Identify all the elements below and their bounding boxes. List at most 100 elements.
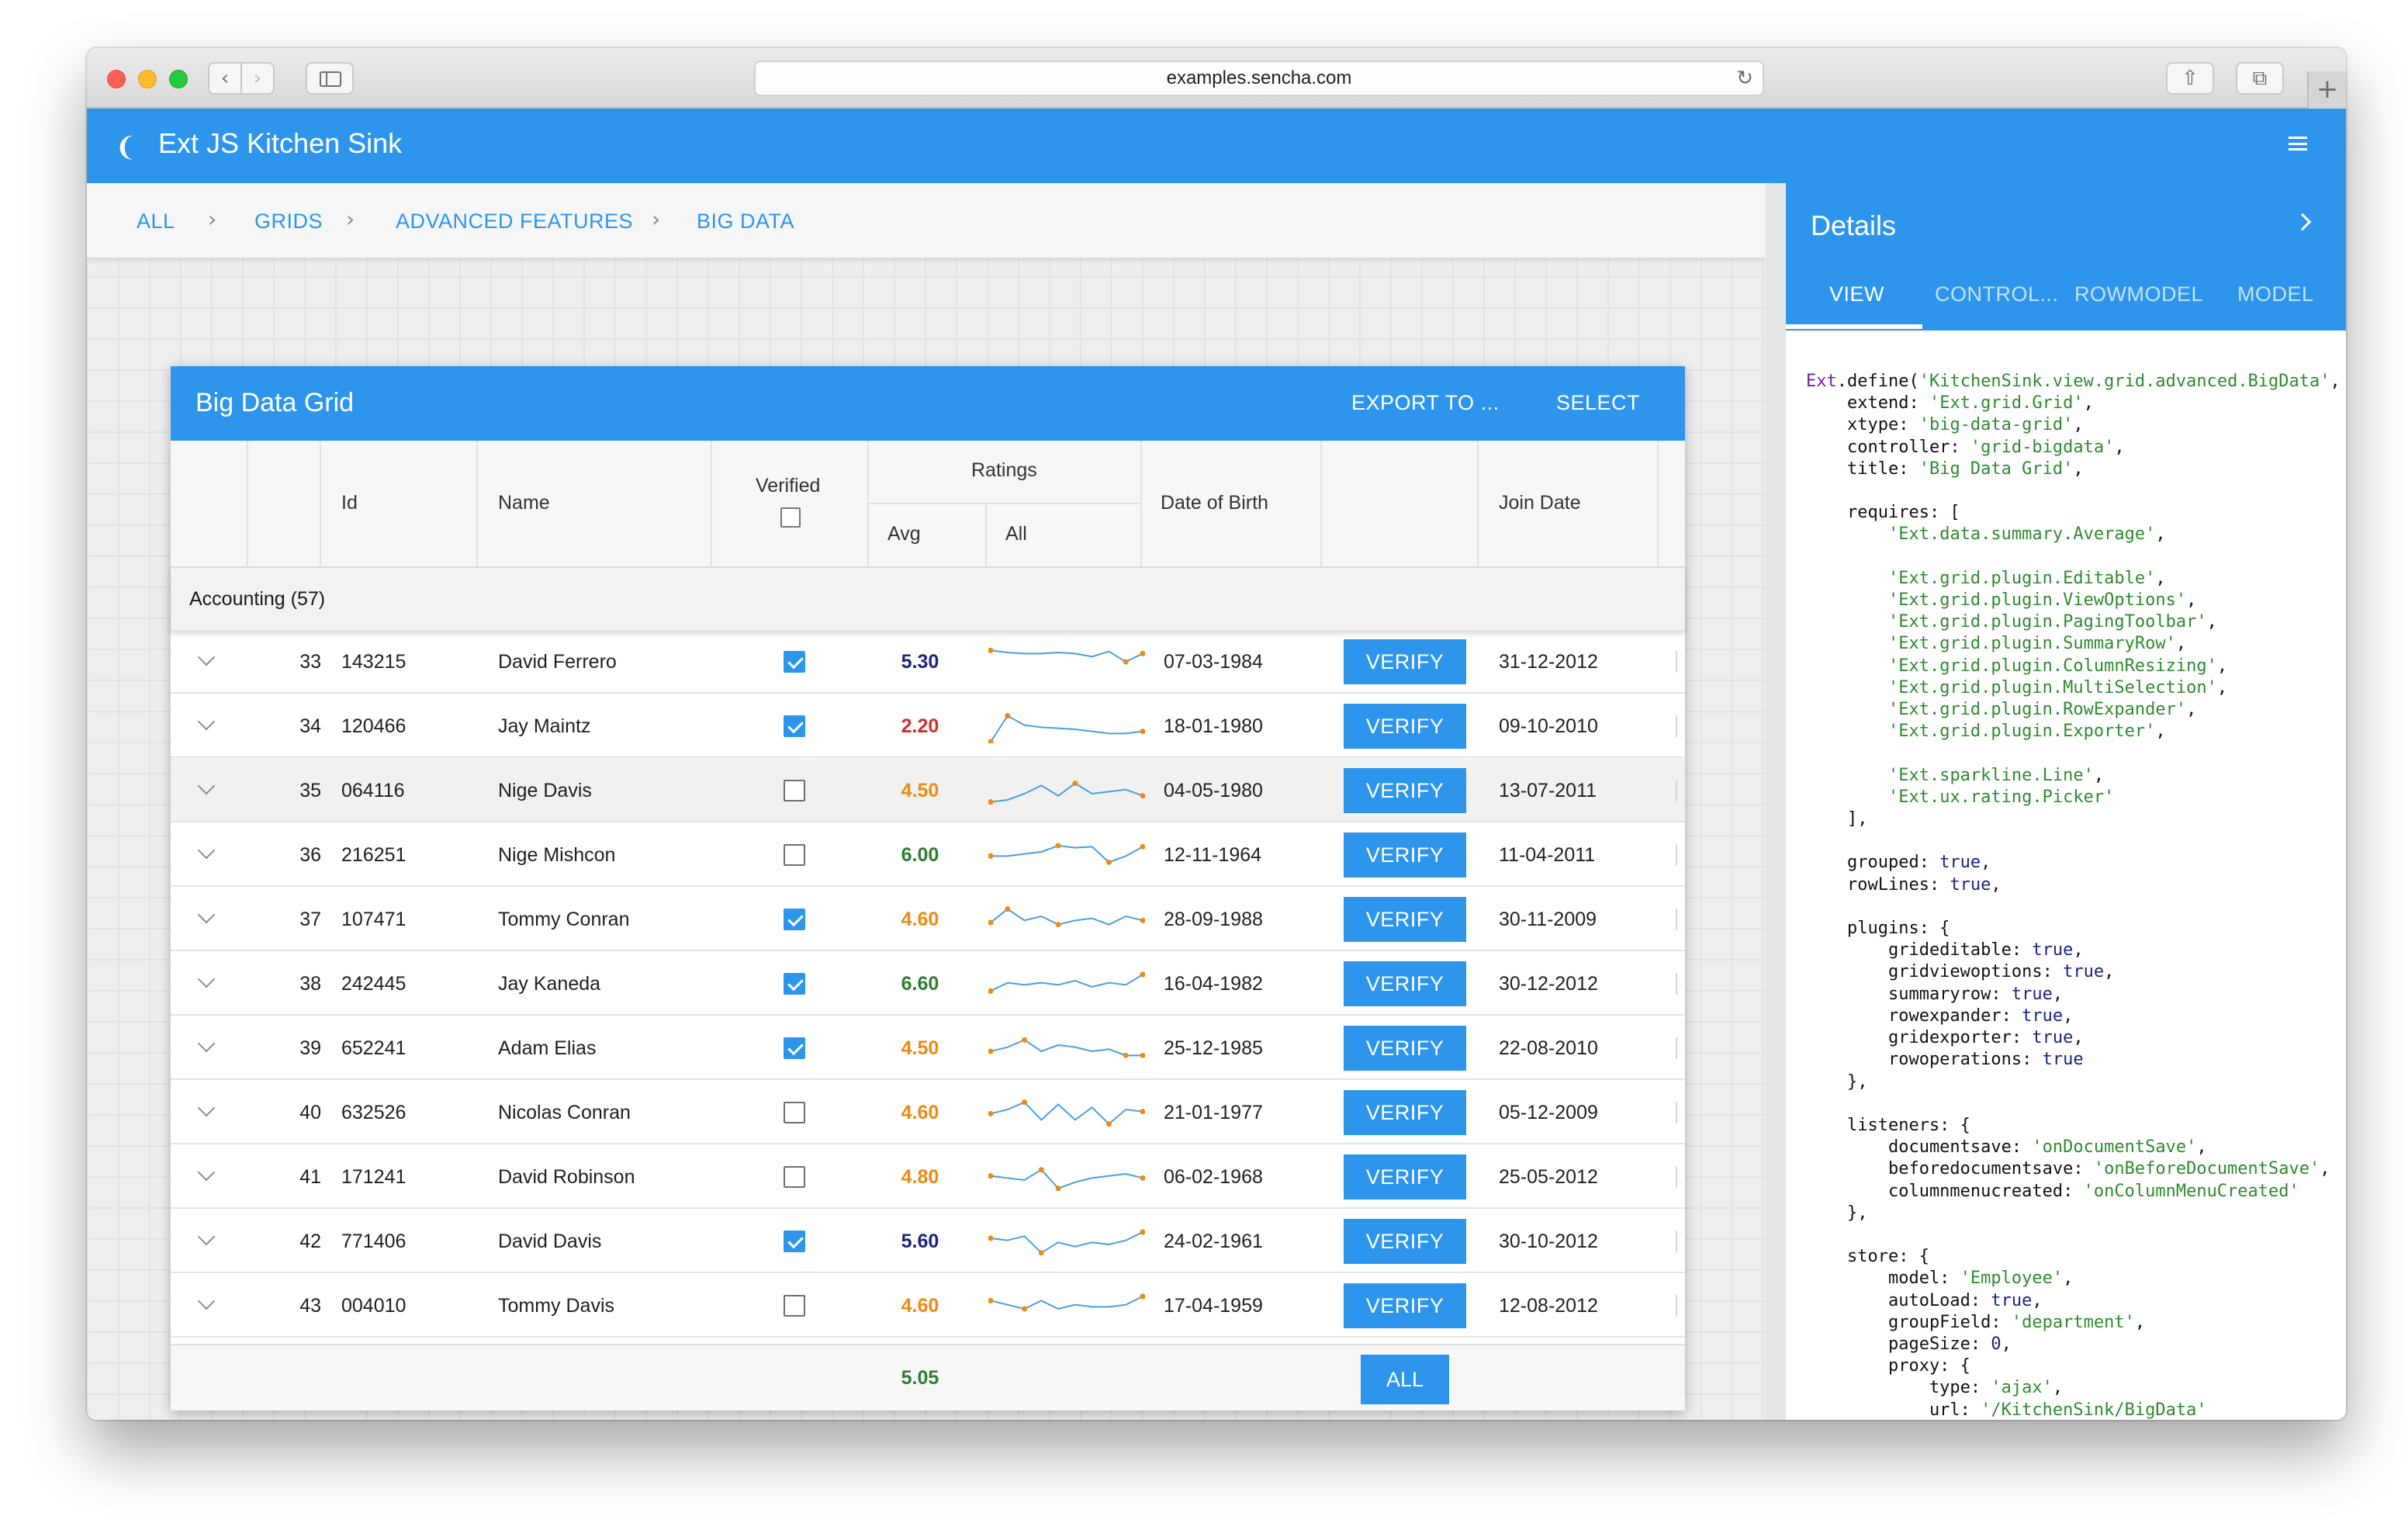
table-row[interactable]: 36 216251 Nige Mishcon 6.00 12-11-1964 VERIFY… xyxy=(171,823,1685,887)
select-button[interactable]: SELECT xyxy=(1556,391,1640,415)
export-button[interactable]: EXPORT TO ... xyxy=(1351,391,1500,415)
table-row[interactable]: 42 771406 David Davis 5.60 24-02-1961 VERIFY 3… xyxy=(171,1210,1685,1273)
join-date-column-header[interactable]: Join Date xyxy=(1479,441,1659,568)
verify-button[interactable]: VERIFY xyxy=(1344,961,1466,1006)
minimize-window-button[interactable] xyxy=(138,70,157,88)
employee-id: 143215 xyxy=(341,651,407,673)
row-expander-icon[interactable] xyxy=(197,1099,216,1117)
table-row[interactable]: 40 632526 Nicolas Conran 4.60 21-01-1977 VERI… xyxy=(171,1081,1685,1144)
table-row[interactable]: 34 120466 Jay Maintz 2.20 18-01-1980 VERIFY 09… xyxy=(171,694,1685,758)
row-expander-icon[interactable] xyxy=(197,970,216,988)
row-expander-icon[interactable] xyxy=(197,1163,216,1182)
join-date: 12-08-2012 xyxy=(1499,1295,1598,1317)
verified-column-header[interactable]: Verified xyxy=(712,441,869,568)
row-expander-icon[interactable] xyxy=(197,648,216,666)
avg-rating: 5.30 xyxy=(901,651,939,673)
verify-button[interactable]: VERIFY xyxy=(1344,639,1466,684)
sparkline-point xyxy=(988,988,994,994)
row-expander-icon[interactable] xyxy=(197,777,216,795)
code-token: listeners: { xyxy=(1806,1115,1970,1135)
tab-view[interactable]: VIEW xyxy=(1829,282,1884,306)
verified-checkbox[interactable] xyxy=(784,780,805,801)
row-expander-icon[interactable] xyxy=(197,841,216,860)
verify-button[interactable]: VERIFY xyxy=(1344,1154,1466,1199)
share-button[interactable]: ⇧ xyxy=(2166,62,2214,95)
verify-all-checkbox[interactable] xyxy=(780,507,801,528)
tab-controller[interactable]: CONTROL... xyxy=(1935,282,2059,306)
address-bar[interactable]: examples.sencha.com ↻ xyxy=(754,61,1764,96)
verify-button[interactable]: VERIFY xyxy=(1344,1283,1466,1328)
verified-checkbox[interactable] xyxy=(784,973,805,995)
browser-window: ‹ › examples.sencha.com ↻ ⇧ ⧉ + ❨ Ext JS… xyxy=(87,48,2346,1420)
show-tabs-button[interactable]: ⧉ xyxy=(2236,62,2284,95)
verified-checkbox[interactable] xyxy=(784,1295,805,1317)
all-ratings-column-label[interactable]: All xyxy=(1005,523,1027,545)
verify-button[interactable]: VERIFY xyxy=(1344,832,1466,878)
verify-button[interactable]: VERIFY xyxy=(1344,1219,1466,1264)
table-row[interactable]: 37 107471 Tommy Conran 4.60 28-09-1988 VERIFY… xyxy=(171,888,1685,951)
dob-column-label: Date of Birth xyxy=(1161,492,1268,514)
tab-model[interactable]: MODEL xyxy=(2237,282,2314,306)
verified-checkbox[interactable] xyxy=(784,651,805,673)
code-line: columnmenucreated: 'onColumnMenuCreated' xyxy=(1806,1181,2346,1203)
table-row[interactable]: 43 004010 Tommy Davis 4.60 17-04-1959 VERIFY 1… xyxy=(171,1274,1685,1338)
dob-column-header[interactable]: Date of Birth xyxy=(1142,441,1322,568)
breadcrumb-advanced-features[interactable]: ADVANCED FEATURES xyxy=(396,209,633,234)
chevron-right-icon: › xyxy=(346,206,355,232)
code-line: controller: 'grid-bigdata', xyxy=(1806,437,2346,459)
verified-checkbox[interactable] xyxy=(784,1231,805,1252)
row-expander-icon[interactable] xyxy=(197,1034,216,1053)
verified-checkbox[interactable] xyxy=(784,1037,805,1059)
code-line: 'Ext.grid.plugin.RowExpander', xyxy=(1806,699,2346,721)
verified-checkbox[interactable] xyxy=(784,1102,805,1123)
verified-checkbox[interactable] xyxy=(784,844,805,866)
sparkline-point xyxy=(1005,713,1011,719)
row-expander-icon[interactable] xyxy=(197,905,216,924)
breadcrumb-grids[interactable]: GRIDS xyxy=(254,209,323,234)
code-token: , xyxy=(2114,437,2125,457)
code-token: 'department' xyxy=(2011,1312,2135,1332)
verified-checkbox[interactable] xyxy=(784,909,805,930)
verify-button[interactable]: VERIFY xyxy=(1344,1026,1466,1071)
date-of-birth: 21-01-1977 xyxy=(1164,1102,1263,1123)
collapse-details-icon[interactable] xyxy=(2293,213,2312,231)
table-row[interactable]: 38 242445 Jay Kaneda 6.60 16-04-1982 VERIFY 30… xyxy=(171,952,1685,1016)
group-header-accounting[interactable]: Accounting (57) xyxy=(171,568,1685,632)
verify-all-button[interactable]: ALL xyxy=(1361,1355,1449,1404)
row-expander-icon[interactable] xyxy=(197,1292,216,1310)
tab-rowmodel[interactable]: ROWMODEL xyxy=(2074,282,2203,306)
code-token: , xyxy=(2155,568,2166,588)
forward-button[interactable]: › xyxy=(240,62,275,95)
table-row[interactable]: 41 171241 David Robinson 4.80 06-02-1968 VERI… xyxy=(171,1145,1685,1209)
id-column-header[interactable]: Id xyxy=(321,441,478,568)
new-tab-button[interactable]: + xyxy=(2307,71,2346,109)
close-window-button[interactable] xyxy=(107,70,126,88)
avg-column-label[interactable]: Avg xyxy=(887,523,921,545)
verify-button[interactable]: VERIFY xyxy=(1344,768,1466,813)
verify-button[interactable]: VERIFY xyxy=(1344,704,1466,749)
menu-icon[interactable] xyxy=(2289,137,2307,151)
code-token: , xyxy=(2155,524,2166,545)
reload-icon[interactable]: ↻ xyxy=(1736,62,1753,95)
name-column-header[interactable]: Name xyxy=(478,441,712,568)
verify-button[interactable]: VERIFY xyxy=(1344,1090,1466,1135)
code-token: 'big-data-grid' xyxy=(1918,415,2074,435)
row-expander-icon[interactable] xyxy=(197,712,216,731)
row-expander-icon[interactable] xyxy=(197,1227,216,1246)
verify-button[interactable]: VERIFY xyxy=(1344,897,1466,942)
table-row[interactable]: 33 143215 David Ferrero 5.30 07-03-1984 VERIF… xyxy=(171,632,1685,694)
table-row[interactable]: 44VERIFY xyxy=(171,1338,1685,1344)
sidebar-toggle-button[interactable] xyxy=(306,62,354,95)
code-token: extend: xyxy=(1806,393,1929,414)
breadcrumb-big-data[interactable]: BIG DATA xyxy=(697,209,794,234)
zoom-window-button[interactable] xyxy=(169,70,188,88)
code-line: model: 'Employee', xyxy=(1806,1268,2346,1289)
employee-id: 652241 xyxy=(341,1037,407,1059)
verified-checkbox[interactable] xyxy=(784,715,805,737)
breadcrumb-all[interactable]: ALL xyxy=(137,209,175,234)
content-scrollbar[interactable] xyxy=(1766,183,1786,1420)
table-row[interactable]: 39 652241 Adam Elias 4.50 25-12-1985 VERIFY 22… xyxy=(171,1016,1685,1080)
back-button[interactable]: ‹ xyxy=(208,62,242,95)
verified-checkbox[interactable] xyxy=(784,1166,805,1188)
table-row[interactable]: 35 064116 Nige Davis 4.50 04-05-1980 VERIFY 13… xyxy=(171,759,1685,822)
